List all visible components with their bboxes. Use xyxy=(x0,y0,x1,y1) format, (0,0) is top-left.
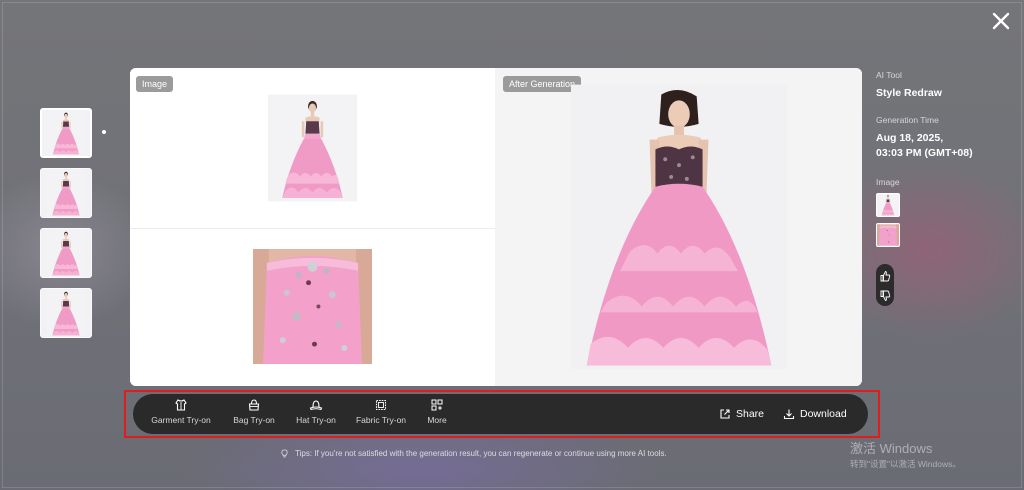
tips-text: Tips: If you're not satisfied with the g… xyxy=(295,449,667,458)
garment-photo xyxy=(253,249,372,364)
share-button[interactable]: Share xyxy=(719,406,764,422)
more-tools-button[interactable]: More xyxy=(423,398,451,430)
comparison-card: Image After Generation xyxy=(130,68,862,386)
watermark-line-2: 转到"设置"以激活 Windows。 xyxy=(850,459,961,469)
image-section-label: Image xyxy=(876,177,900,187)
generation-time-label: Generation Time xyxy=(876,115,939,125)
panel-divider xyxy=(130,228,495,229)
thumbnail-item[interactable] xyxy=(40,288,92,338)
active-thumbnail-indicator xyxy=(102,130,106,134)
thumbnail-item[interactable] xyxy=(40,168,92,218)
source-images-panel: Image xyxy=(130,68,495,386)
bag-icon xyxy=(247,398,261,412)
garment-try-on-label: Garment Try-on xyxy=(151,415,211,425)
ai-tools-toolbar: Garment Try-on Bag Try-on Hat Try-on Fab… xyxy=(133,394,868,434)
feedback-pill xyxy=(876,264,894,306)
fabric-try-on-label: Fabric Try-on xyxy=(355,415,407,425)
download-icon xyxy=(783,409,795,420)
lightbulb-icon xyxy=(281,449,288,458)
thumbs-down-button[interactable] xyxy=(879,289,891,301)
close-button[interactable] xyxy=(990,10,1012,32)
download-label: Download xyxy=(800,408,847,420)
generation-info: AI Tool Style Redraw Generation Time Aug… xyxy=(876,70,996,253)
hat-icon xyxy=(309,398,323,412)
tips-bar: Tips: If you're not satisfied with the g… xyxy=(280,449,740,458)
watermark-line-1: 激活 Windows xyxy=(850,441,933,456)
fabric-try-on-button[interactable]: Fabric Try-on xyxy=(353,398,409,430)
thumbnail-list xyxy=(40,108,94,348)
info-garment-thumbnail[interactable] xyxy=(876,223,900,247)
more-tools-label: More xyxy=(427,415,447,425)
source-garment-image[interactable] xyxy=(253,249,372,364)
share-icon xyxy=(720,409,730,419)
hat-try-on-button[interactable]: Hat Try-on xyxy=(291,398,341,430)
generation-time-date: Aug 18, 2025, xyxy=(876,132,944,144)
generated-image[interactable] xyxy=(571,84,787,370)
mini-garment-photo xyxy=(877,224,899,246)
thumbs-up-icon xyxy=(880,271,891,282)
info-model-thumbnail[interactable] xyxy=(876,193,900,217)
ai-tool-value: Style Redraw xyxy=(876,87,942,99)
garment-try-on-button[interactable]: Garment Try-on xyxy=(149,398,213,430)
hat-try-on-label: Hat Try-on xyxy=(296,415,336,425)
bag-try-on-button[interactable]: Bag Try-on xyxy=(229,398,279,430)
fabric-icon xyxy=(374,398,388,412)
bag-try-on-label: Bag Try-on xyxy=(233,415,275,425)
mini-model-photo xyxy=(877,194,899,216)
more-grid-icon xyxy=(430,398,444,412)
thumbnail-image xyxy=(42,110,90,156)
ai-tool-label: AI Tool xyxy=(876,70,902,80)
download-button[interactable]: Download xyxy=(783,406,847,422)
thumbnail-image xyxy=(41,229,91,277)
garment-icon xyxy=(174,398,188,412)
close-icon xyxy=(992,12,1010,30)
thumbnail-item[interactable] xyxy=(40,108,92,158)
thumbs-down-icon xyxy=(880,290,891,301)
after-generation-label: After Generation xyxy=(503,76,582,92)
windows-activation-watermark: 激活 Windows 转到"设置"以激活 Windows。 xyxy=(850,438,961,470)
thumbs-up-button[interactable] xyxy=(879,269,891,282)
thumbnail-image xyxy=(41,289,91,337)
thumbnail-image xyxy=(41,169,91,217)
generation-time-clock: 03:03 PM (GMT+08) xyxy=(876,147,973,159)
generated-panel: After Generation xyxy=(495,68,862,386)
thumbnail-item[interactable] xyxy=(40,228,92,278)
generated-photo xyxy=(571,84,787,370)
model-photo xyxy=(268,90,357,206)
source-model-image[interactable] xyxy=(268,90,357,206)
share-label: Share xyxy=(736,408,765,420)
image-label: Image xyxy=(136,76,174,92)
